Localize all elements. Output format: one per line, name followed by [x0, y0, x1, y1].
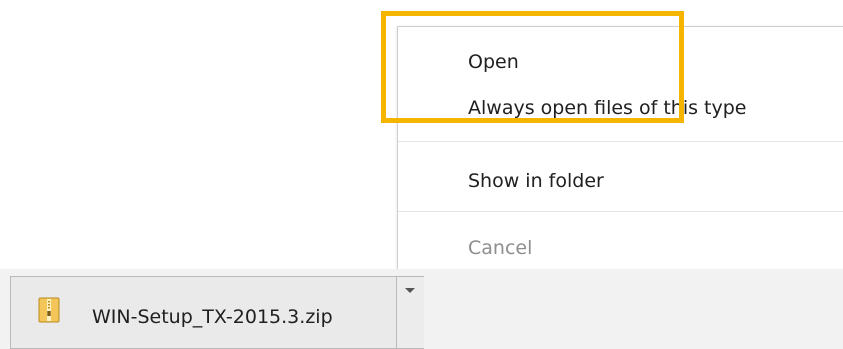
menu-item-open[interactable]: Open [468, 50, 519, 74]
menu-item-cancel: Cancel [468, 237, 533, 259]
menu-item-show-in-folder[interactable]: Show in folder [468, 169, 604, 193]
menu-separator [398, 211, 843, 212]
download-item[interactable]: WIN-Setup_TX-2015.3.zip [10, 276, 424, 349]
download-item-main[interactable]: WIN-Setup_TX-2015.3.zip [11, 277, 396, 348]
menu-item-always-open[interactable]: Always open files of this type [468, 96, 746, 120]
download-menu-button[interactable] [396, 277, 424, 348]
download-bar: WIN-Setup_TX-2015.3.zip [0, 269, 843, 349]
chevron-down-icon [405, 288, 415, 293]
download-context-menu: Open Always open files of this type Show… [397, 26, 843, 277]
download-file-name: WIN-Setup_TX-2015.3.zip [92, 306, 333, 328]
menu-separator [398, 141, 843, 142]
zip-archive-icon [38, 297, 60, 323]
